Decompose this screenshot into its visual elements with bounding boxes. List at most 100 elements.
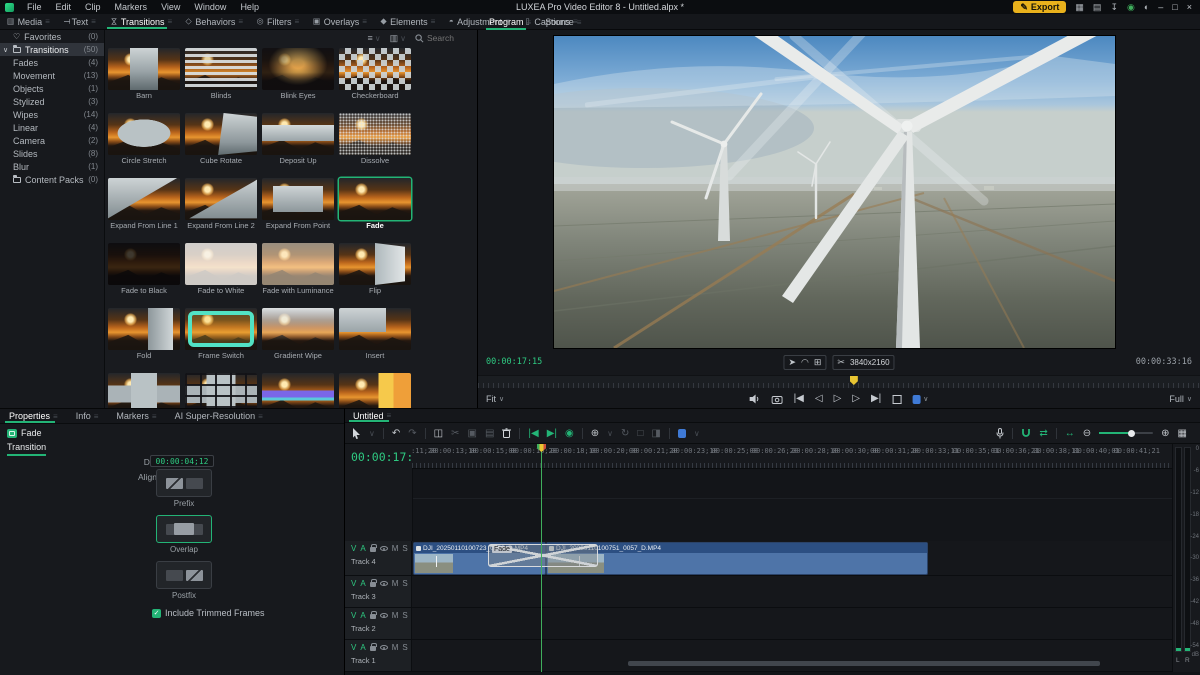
audio-mixer-button[interactable]: ▦: [1178, 428, 1187, 439]
menu-item[interactable]: Clip: [78, 0, 108, 14]
select-tool-icon[interactable]: [352, 427, 361, 439]
grip-icon[interactable]: ≡: [431, 17, 436, 26]
transition-thumbnail[interactable]: [185, 178, 257, 220]
search-box[interactable]: [415, 33, 469, 43]
ribbon-tab[interactable]: T Text ≡: [57, 14, 103, 29]
close-button[interactable]: ×: [1187, 2, 1192, 12]
track-solo-toggle[interactable]: S: [402, 643, 407, 652]
transition-tile[interactable]: Deposit Up: [262, 113, 334, 166]
next-edit-button[interactable]: ▶|: [547, 428, 557, 439]
track-video-toggle[interactable]: V: [351, 544, 356, 553]
transition-thumbnail[interactable]: [108, 178, 180, 220]
eye-icon[interactable]: [379, 546, 388, 551]
sidebar-category[interactable]: Blur (1): [0, 160, 104, 173]
chevron-down-icon[interactable]: ∨: [3, 46, 8, 54]
grip-icon[interactable]: ≡: [258, 412, 263, 421]
sequence-tab[interactable]: Untitled ≡: [345, 409, 399, 422]
transition-tile[interactable]: Fade to Black: [108, 243, 180, 296]
lock-icon[interactable]: [369, 544, 377, 552]
pointer-tool-icon[interactable]: ➤: [788, 357, 796, 368]
previous-edit-button[interactable]: |◀: [528, 428, 538, 439]
track-mute-toggle[interactable]: M: [392, 611, 399, 620]
track-solo-toggle[interactable]: S: [402, 544, 407, 553]
menu-item[interactable]: Markers: [108, 0, 155, 14]
ribbon-tab[interactable]: ▤ Media ≡: [0, 14, 57, 29]
transition-tile[interactable]: Fade to White: [185, 243, 257, 296]
grip-icon[interactable]: ≡: [238, 17, 243, 26]
transition-tile[interactable]: Expand From Point: [262, 178, 334, 231]
grip-icon[interactable]: ≡: [91, 17, 96, 26]
view-mode-button[interactable]: ▥ ∨: [390, 33, 406, 44]
step-forward-button[interactable]: ▷: [852, 391, 860, 407]
monitor-tab[interactable]: Source ≡: [538, 14, 588, 30]
transition-thumbnail[interactable]: [339, 48, 411, 90]
zoom-to-fit-button[interactable]: ↔: [1065, 428, 1075, 439]
layout-icon[interactable]: ▦: [1075, 0, 1084, 14]
properties-tab[interactable]: AI Super-Resolution ≡: [166, 409, 272, 423]
transition-tile[interactable]: Fade with Luminance: [262, 243, 334, 296]
maximize-button[interactable]: □: [1172, 2, 1177, 12]
track-content[interactable]: [412, 640, 1172, 671]
eye-icon[interactable]: [379, 613, 388, 618]
sidebar-category[interactable]: Camera (2): [0, 134, 104, 147]
lock-icon[interactable]: [369, 643, 377, 651]
menu-item[interactable]: Window: [187, 0, 233, 14]
alignment-card[interactable]: [156, 469, 212, 497]
include-trimmed-frames-option[interactable]: ✓ Include Trimmed Frames: [152, 608, 265, 618]
hand-tool-icon[interactable]: ◠: [801, 357, 809, 368]
sidebar-category[interactable]: Stylized (3): [0, 95, 104, 108]
properties-tab[interactable]: Markers ≡: [107, 409, 165, 423]
resolution-selector[interactable]: ✂ 3840x2160: [832, 354, 895, 370]
transition-thumbnail[interactable]: [339, 308, 411, 350]
trash-icon[interactable]: [502, 428, 512, 438]
cut-button[interactable]: ✂: [451, 428, 459, 439]
timeline-playhead[interactable]: [541, 449, 542, 672]
transition-tile[interactable]: Circle Stretch: [108, 113, 180, 166]
sidebar-category[interactable]: Wipes (14): [0, 108, 104, 121]
ribbon-tab[interactable]: ◎ Filters ≡: [250, 14, 306, 29]
transition-thumbnail[interactable]: [185, 308, 257, 350]
transition-tile[interactable]: Fold: [108, 308, 180, 361]
track-content[interactable]: [412, 608, 1172, 639]
zoom-out-button[interactable]: ⊖: [1083, 428, 1091, 439]
add-button[interactable]: ⊕: [591, 428, 599, 439]
copy-button[interactable]: ▣: [467, 428, 476, 439]
transition-tile[interactable]: Iris 1: [108, 373, 180, 408]
duplicate-button[interactable]: ◫: [434, 428, 443, 439]
transition-tile[interactable]: Cube Rotate: [185, 113, 257, 166]
transition-tile[interactable]: Linear 1: [262, 373, 334, 408]
transition-thumbnail[interactable]: [108, 373, 180, 408]
alignment-card[interactable]: [156, 561, 212, 589]
ribbon-tab[interactable]: ⋈ Transitions ≡: [103, 14, 179, 29]
transition-tile[interactable]: Iris 2: [185, 373, 257, 408]
grip-icon[interactable]: ≡: [45, 17, 50, 26]
ripple-edit-icon[interactable]: ⇄: [1039, 428, 1047, 439]
transition-thumbnail[interactable]: [108, 308, 180, 350]
chevron-down-icon[interactable]: ∨: [369, 429, 375, 438]
transition-thumbnail[interactable]: [339, 178, 411, 220]
menu-item[interactable]: File: [20, 0, 49, 14]
paste-button[interactable]: ▤: [485, 428, 494, 439]
transition-thumbnail[interactable]: [108, 243, 180, 285]
marker-dropdown[interactable]: ∨: [912, 394, 928, 404]
track-mute-toggle[interactable]: M: [392, 544, 399, 553]
zoom-in-button[interactable]: ⊕: [1161, 428, 1169, 439]
sidebar-category[interactable]: Movement (13): [0, 69, 104, 82]
timeline-empty-area[interactable]: [345, 469, 1172, 541]
track-mute-toggle[interactable]: M: [392, 643, 399, 652]
track-solo-toggle[interactable]: S: [402, 579, 407, 588]
ribbon-tab[interactable]: ▣ Overlays ≡: [306, 14, 374, 29]
frame-snapshot-button[interactable]: □: [637, 428, 643, 439]
transition-thumbnail[interactable]: [262, 178, 334, 220]
go-to-start-button[interactable]: |◀: [794, 391, 804, 407]
theme-icon[interactable]: ◐: [1144, 0, 1149, 14]
transition-tile[interactable]: Blink Eyes: [262, 48, 334, 101]
quality-dropdown[interactable]: Full ∨: [1169, 394, 1192, 404]
redo-button[interactable]: ↷: [408, 428, 416, 439]
transition-thumbnail[interactable]: [185, 243, 257, 285]
track-content[interactable]: [412, 576, 1172, 607]
track-video-toggle[interactable]: V: [351, 611, 356, 620]
microphone-icon[interactable]: [996, 427, 1004, 439]
sidebar-category[interactable]: Content Packs (0): [0, 173, 104, 186]
crop-tool-icon[interactable]: ⊞: [814, 357, 822, 368]
